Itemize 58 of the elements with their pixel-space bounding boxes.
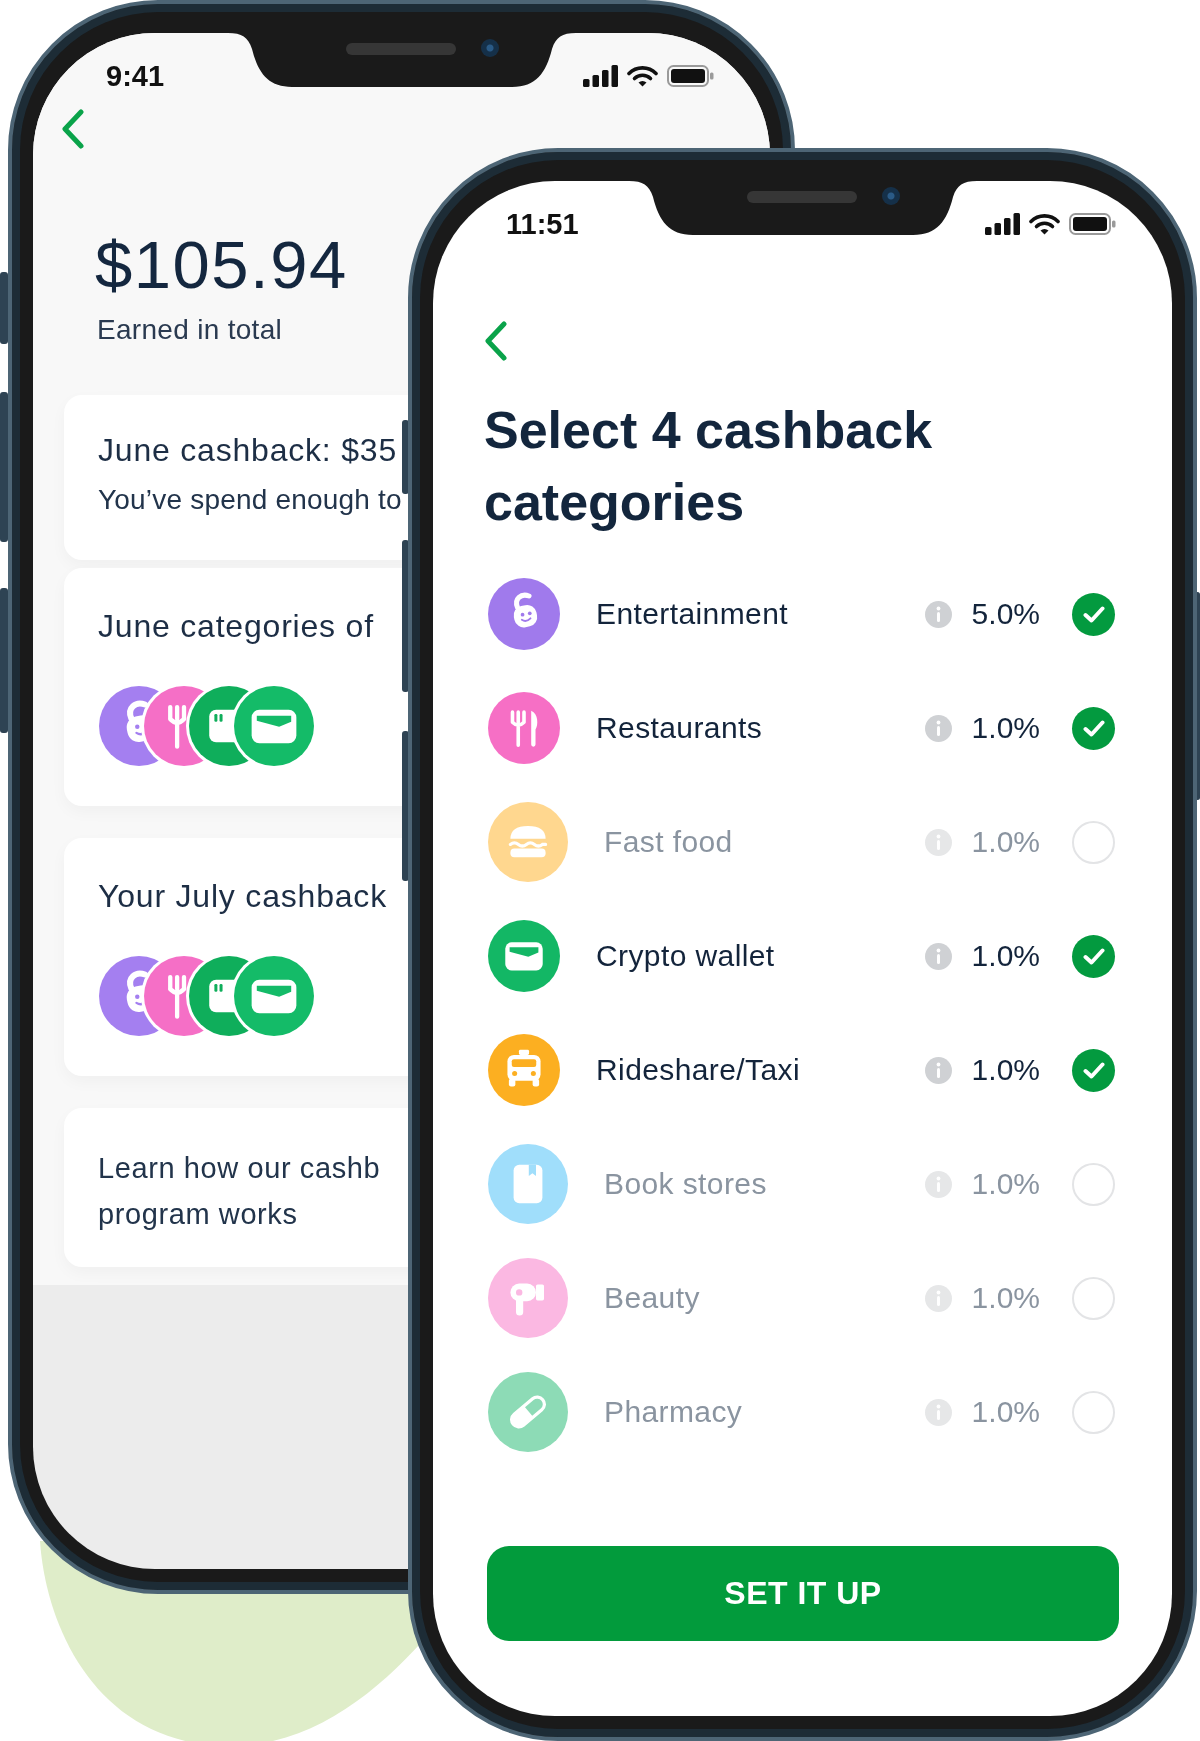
- info-icon[interactable]: [925, 1284, 952, 1312]
- cashback-rate: 1.0%: [970, 938, 1040, 974]
- check-icon: [1082, 605, 1105, 623]
- category-name: Rideshare/Taxi: [596, 1052, 802, 1088]
- learn-more-link[interactable]: Learn how our cashb program works: [98, 1145, 381, 1237]
- category-checkbox[interactable]: [1072, 592, 1115, 636]
- category-name: Beauty: [604, 1280, 701, 1316]
- cashback-rate: 1.0%: [970, 824, 1040, 860]
- check-icon: [1082, 1061, 1105, 1079]
- category-checkbox[interactable]: [1072, 1162, 1115, 1206]
- check-icon: [1082, 947, 1105, 965]
- category-name: Restaurants: [596, 710, 764, 746]
- cashback-rate: 1.0%: [970, 1052, 1040, 1088]
- battery-icon: [667, 65, 714, 87]
- cashback-rate: 1.0%: [970, 1394, 1040, 1430]
- info-icon[interactable]: [925, 600, 952, 628]
- status-time: 11:51: [506, 209, 579, 239]
- category-name: Crypto wallet: [596, 938, 776, 974]
- category-checkbox[interactable]: [1072, 820, 1115, 864]
- signal-icon: [985, 213, 1020, 235]
- check-icon: [1082, 719, 1105, 737]
- cashback-rate: 1.0%: [970, 1166, 1040, 1202]
- wifi-icon: [1029, 213, 1060, 235]
- card-title: Your July cashback: [98, 877, 387, 915]
- card-text: You’ve spend enough to: [98, 483, 402, 517]
- info-icon[interactable]: [925, 942, 952, 970]
- signal-icon: [583, 65, 618, 87]
- cashback-rate: 1.0%: [970, 710, 1040, 746]
- wifi-icon: [627, 65, 658, 87]
- side-ridge: [0, 272, 8, 344]
- info-icon[interactable]: [925, 1056, 952, 1084]
- category-checkbox[interactable]: [1072, 1390, 1115, 1434]
- set-it-up-button[interactable]: SET IT UP: [487, 1546, 1119, 1641]
- category-name: Fast food: [604, 824, 734, 860]
- total-amount: $105.94: [95, 231, 348, 298]
- category-name: Book stores: [604, 1166, 768, 1202]
- info-icon[interactable]: [925, 1170, 952, 1198]
- page-title: Select 4 cashback categories: [484, 400, 934, 533]
- info-icon[interactable]: [925, 828, 952, 856]
- chevron-left-icon[interactable]: [484, 321, 508, 361]
- speaker-grille-icon: [345, 43, 456, 55]
- info-icon[interactable]: [925, 714, 952, 742]
- category-name: Pharmacy: [604, 1394, 744, 1430]
- info-icon[interactable]: [925, 1398, 952, 1426]
- cashback-rate: 5.0%: [970, 596, 1040, 632]
- amount-caption: Earned in total: [97, 313, 283, 347]
- cashback-rate: 1.0%: [970, 1280, 1040, 1316]
- category-name: Entertainment: [596, 596, 789, 632]
- category-checkbox[interactable]: [1072, 934, 1115, 978]
- status-time: 9:41: [106, 61, 165, 91]
- category-checkbox[interactable]: [1072, 1276, 1115, 1320]
- speaker-grille-icon: [746, 191, 857, 203]
- category-checkbox[interactable]: [1072, 706, 1115, 750]
- battery-icon: [1069, 213, 1116, 235]
- card-title: June cashback: $35: [98, 431, 398, 469]
- card-title: June categories of: [98, 607, 374, 645]
- chevron-left-icon[interactable]: [61, 109, 85, 149]
- category-checkbox[interactable]: [1072, 1048, 1115, 1092]
